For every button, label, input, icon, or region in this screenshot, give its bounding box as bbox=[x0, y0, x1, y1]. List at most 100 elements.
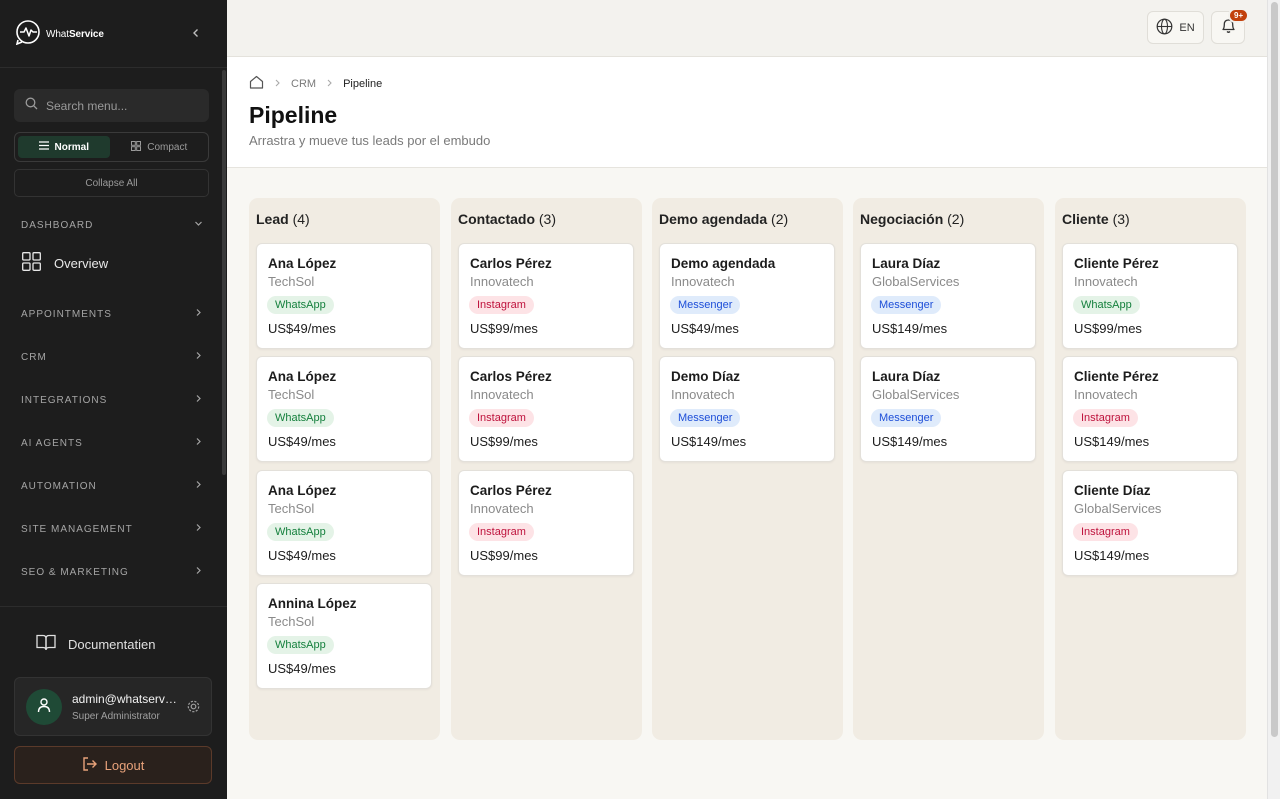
nav-section-integrations[interactable]: INTEGRATIONS bbox=[21, 394, 203, 406]
lead-company: Innovatech bbox=[671, 274, 735, 289]
lead-name: Annina López bbox=[268, 596, 357, 611]
lead-name: Cliente Díaz bbox=[1074, 483, 1151, 498]
lead-price: US$49/mes bbox=[268, 321, 336, 336]
collapse-all-button[interactable]: Collapse All bbox=[14, 169, 209, 197]
lead-name: Cliente Pérez bbox=[1074, 256, 1159, 271]
grid-icon bbox=[131, 140, 142, 154]
book-icon bbox=[36, 634, 56, 654]
lead-card[interactable]: Ana López TechSol WhatsApp US$49/mes bbox=[256, 356, 432, 462]
search-input[interactable] bbox=[46, 98, 196, 113]
nav-section-ai-agents[interactable]: AI AGENTS bbox=[21, 437, 203, 449]
nav-section-label: AI AGENTS bbox=[21, 437, 83, 449]
breadcrumb: CRM Pipeline bbox=[249, 75, 382, 92]
logout-label: Logout bbox=[104, 757, 145, 773]
pipeline-column[interactable]: Demo agendada (2) Demo agendada Innovatech… bbox=[652, 198, 843, 740]
nav-section-automation[interactable]: AUTOMATION bbox=[21, 480, 203, 492]
nav-section-label: AUTOMATION bbox=[21, 480, 97, 492]
sidebar-divider bbox=[0, 606, 227, 607]
lead-company: TechSol bbox=[268, 387, 315, 402]
lead-card[interactable]: Cliente Pérez Innovatech WhatsApp US$99/mes bbox=[1062, 243, 1238, 349]
lead-price: US$99/mes bbox=[470, 434, 538, 449]
compact-mode-button[interactable]: Compact bbox=[114, 136, 206, 158]
page-scrollbar[interactable] bbox=[1267, 0, 1280, 799]
lead-company: Innovatech bbox=[671, 387, 735, 402]
lead-name: Laura Díaz bbox=[872, 256, 941, 271]
lead-name: Demo Díaz bbox=[671, 369, 741, 384]
documentation-link[interactable]: Documentatien bbox=[36, 634, 155, 654]
logout-icon bbox=[82, 756, 97, 774]
logout-button[interactable]: Logout bbox=[14, 746, 212, 784]
pipeline-column[interactable]: Negociación (2) Laura Díaz GlobalServices M… bbox=[853, 198, 1044, 740]
lead-name: Ana López bbox=[268, 483, 337, 498]
scrollbar-thumb[interactable] bbox=[1271, 2, 1278, 737]
view-mode-toggle: Normal Compact bbox=[14, 132, 209, 162]
nav-section-label: SITE MANAGEMENT bbox=[21, 523, 133, 535]
lead-card[interactable]: Cliente Díaz GlobalServices Instagram US$14… bbox=[1062, 470, 1238, 576]
chevron-right-icon bbox=[194, 437, 203, 449]
sidebar-search[interactable] bbox=[14, 89, 209, 122]
nav-section-crm[interactable]: CRM bbox=[21, 351, 203, 363]
pipeline-column[interactable]: Contactado (3) Carlos Pérez Innovatech Inst… bbox=[451, 198, 642, 740]
lead-name: Carlos Pérez bbox=[470, 256, 552, 271]
settings-gear-icon[interactable] bbox=[186, 699, 201, 719]
nav-section-appointments[interactable]: APPOINTMENTS bbox=[21, 308, 203, 320]
breadcrumb-crm[interactable]: CRM bbox=[291, 78, 316, 90]
user-card[interactable]: admin@whatservice.com Super Administrato… bbox=[14, 677, 212, 736]
lead-card[interactable]: Laura Díaz GlobalServices Messenger US$149/… bbox=[860, 356, 1036, 462]
channel-badge: WhatsApp bbox=[1073, 296, 1140, 314]
sidebar-item-overview[interactable]: Overview bbox=[22, 252, 108, 274]
lead-company: GlobalServices bbox=[872, 274, 960, 289]
lead-card[interactable]: Demo agendada Innovatech Messenger US$49/me… bbox=[659, 243, 835, 349]
lead-card[interactable]: Ana López TechSol WhatsApp US$49/mes bbox=[256, 243, 432, 349]
lead-card[interactable]: Demo Díaz Innovatech Messenger US$149/mes bbox=[659, 356, 835, 462]
lead-company: GlobalServices bbox=[1074, 501, 1162, 516]
avatar bbox=[26, 689, 62, 725]
lead-name: Cliente Pérez bbox=[1074, 369, 1159, 384]
normal-mode-button[interactable]: Normal bbox=[18, 136, 110, 158]
user-email: admin@whatservice.com bbox=[72, 692, 177, 706]
globe-icon bbox=[1156, 18, 1173, 38]
lead-price: US$149/mes bbox=[1074, 548, 1150, 563]
user-role: Super Administrator bbox=[72, 711, 160, 722]
column-title: Lead (4) bbox=[256, 211, 310, 227]
lead-price: US$99/mes bbox=[470, 548, 538, 563]
nav-section-seo-marketing[interactable]: SEO & MARKETING bbox=[21, 566, 203, 578]
channel-badge: WhatsApp bbox=[267, 636, 334, 654]
column-count: (3) bbox=[538, 211, 557, 227]
lead-company: Innovatech bbox=[470, 274, 534, 289]
nav-section-site-management[interactable]: SITE MANAGEMENT bbox=[21, 523, 203, 535]
lead-price: US$49/mes bbox=[268, 434, 336, 449]
lead-card[interactable]: Carlos Pérez Innovatech Instagram US$99/mes bbox=[458, 356, 634, 462]
home-icon[interactable] bbox=[249, 75, 264, 92]
lead-card[interactable]: Carlos Pérez Innovatech Instagram US$99/mes bbox=[458, 243, 634, 349]
chevron-right-icon bbox=[194, 523, 203, 535]
lead-price: US$99/mes bbox=[1074, 321, 1142, 336]
collapse-sidebar-icon[interactable] bbox=[188, 25, 204, 41]
lead-card[interactable]: Carlos Pérez Innovatech Instagram US$99/mes bbox=[458, 470, 634, 576]
channel-badge: Instagram bbox=[469, 409, 534, 427]
channel-badge: Messenger bbox=[871, 409, 942, 427]
lead-price: US$149/mes bbox=[872, 321, 948, 336]
channel-badge: WhatsApp bbox=[267, 296, 334, 314]
brand-logo[interactable]: WhatService bbox=[15, 19, 104, 50]
breadcrumb-separator-icon bbox=[326, 78, 333, 90]
lead-name: Carlos Pérez bbox=[470, 483, 552, 498]
sidebar-divider bbox=[0, 67, 227, 68]
lead-card[interactable]: Ana López TechSol WhatsApp US$49/mes bbox=[256, 470, 432, 576]
lead-company: Innovatech bbox=[1074, 387, 1138, 402]
breadcrumb-current: Pipeline bbox=[343, 77, 383, 90]
pipeline-column[interactable]: Cliente (3) Cliente Pérez Innovatech WhatsA… bbox=[1055, 198, 1246, 740]
lead-card[interactable]: Laura Díaz GlobalServices Messenger US$149/… bbox=[860, 243, 1036, 349]
lead-price: US$49/mes bbox=[268, 548, 336, 563]
lead-card[interactable]: Annina López TechSol WhatsApp US$49/mes bbox=[256, 583, 432, 689]
search-icon bbox=[25, 97, 38, 115]
column-name: Negociación bbox=[860, 211, 944, 227]
sidebar-scrollbar[interactable] bbox=[222, 70, 226, 475]
language-button[interactable]: EN bbox=[1147, 11, 1204, 44]
nav-section-dashboard[interactable]: DASHBOARD bbox=[21, 219, 203, 231]
normal-mode-label: Normal bbox=[54, 141, 89, 153]
lead-card[interactable]: Cliente Pérez Innovatech Instagram US$149/m… bbox=[1062, 356, 1238, 462]
lead-price: US$49/mes bbox=[268, 661, 336, 676]
channel-badge: Instagram bbox=[1073, 409, 1138, 427]
pipeline-column[interactable]: Lead (4) Ana López TechSol WhatsApp US$49/me… bbox=[249, 198, 440, 740]
